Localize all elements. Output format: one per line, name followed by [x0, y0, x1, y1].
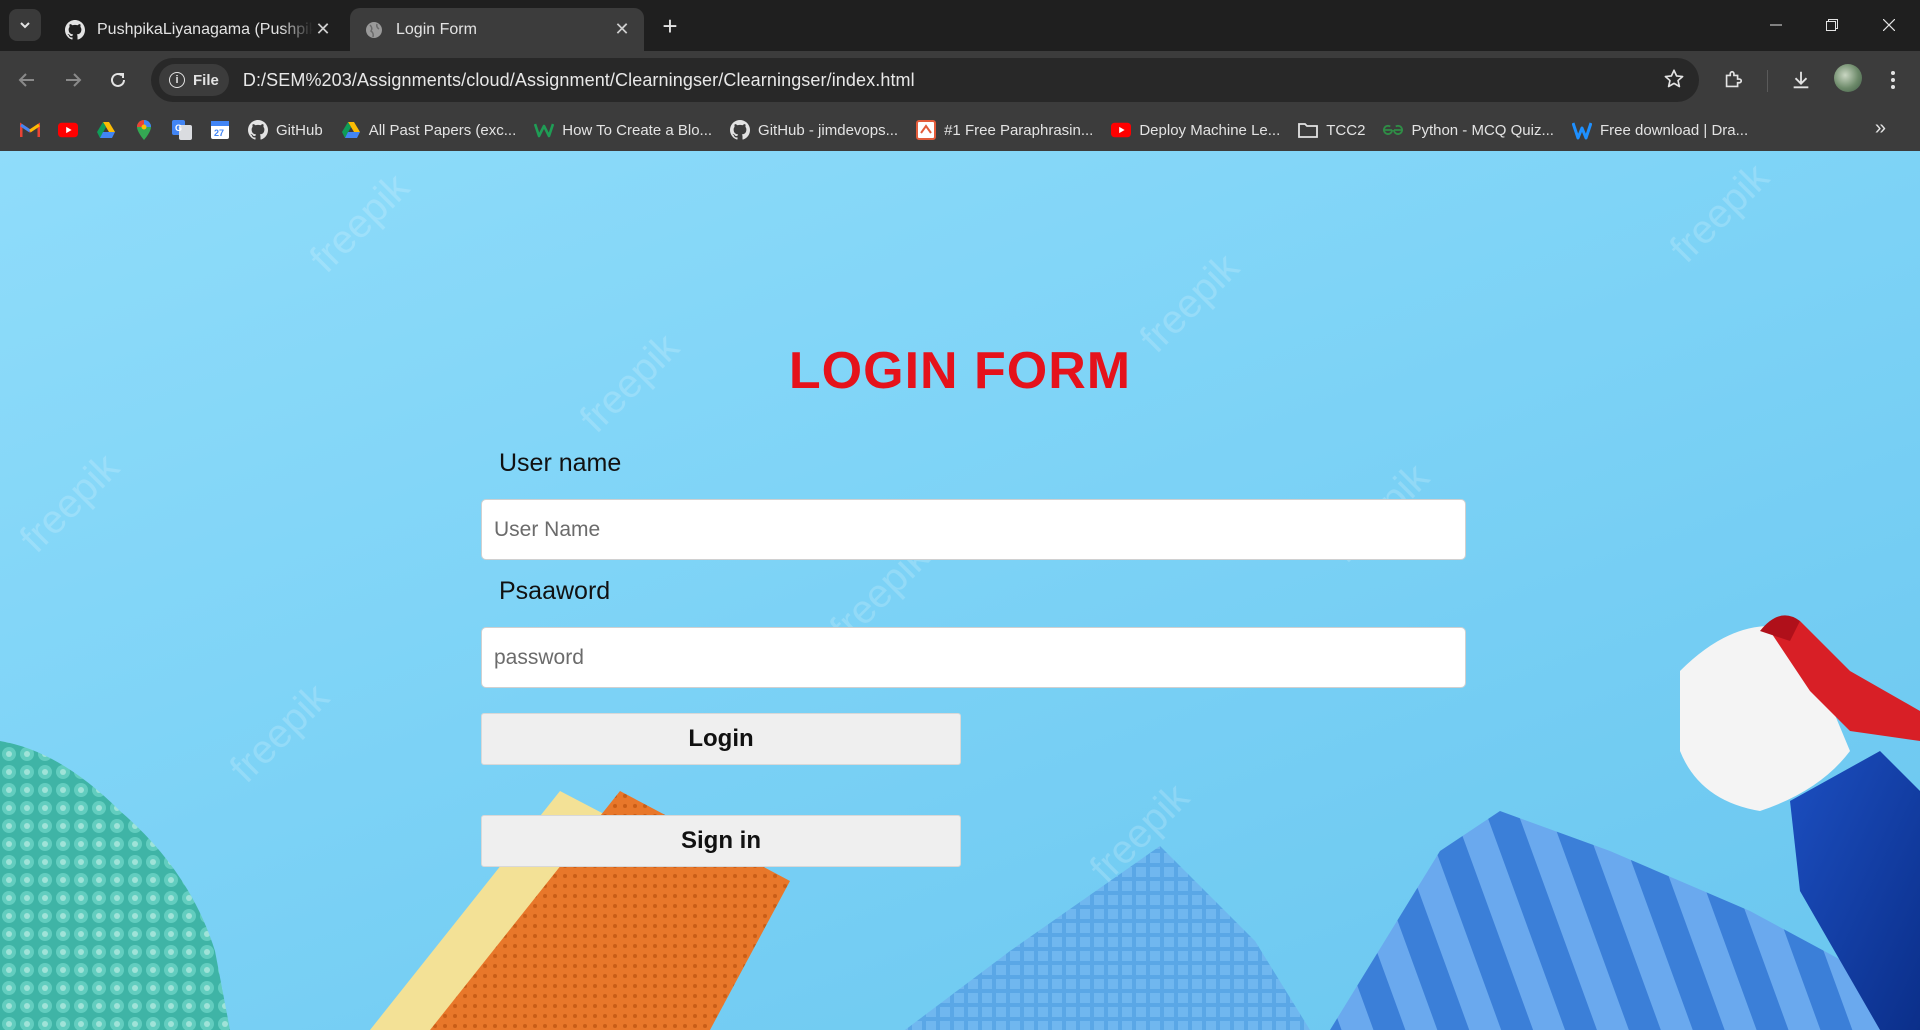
arrow-right-icon	[66, 73, 82, 87]
bookmark-label: TCC2	[1326, 121, 1366, 139]
tab-github[interactable]: PushpikaLiyanagama (Pushpika ✕	[51, 8, 345, 51]
site-info-chip[interactable]: i File	[159, 64, 229, 96]
puzzle-icon	[1725, 70, 1743, 88]
reload-icon	[111, 72, 125, 87]
info-icon: i	[169, 72, 185, 88]
bookmark-label: Deploy Machine Le...	[1139, 121, 1281, 139]
bookmarks-bar: G 27 GitHub All Past Papers (exc... How …	[0, 109, 1920, 151]
bookmark-paraphrasing[interactable]: #1 Free Paraphrasin...	[910, 115, 1099, 145]
back-button[interactable]	[10, 63, 44, 97]
minimize-icon	[1770, 24, 1782, 26]
arrow-left-icon	[18, 73, 34, 87]
close-window-button[interactable]	[1866, 10, 1912, 40]
bookmark-python-mcq[interactable]: Python - MCQ Quiz...	[1377, 115, 1560, 145]
globe-icon	[364, 20, 384, 40]
geeksforgeeks-icon	[1383, 120, 1404, 140]
username-input[interactable]	[481, 499, 1466, 560]
bookmark-label: Python - MCQ Quiz...	[1411, 121, 1554, 139]
chevron-down-icon	[20, 22, 30, 29]
extensions-button[interactable]	[1716, 63, 1750, 97]
youtube-icon	[1111, 120, 1132, 140]
bookmark-label: All Past Papers (exc...	[368, 121, 517, 139]
github-icon	[248, 120, 268, 140]
restore-button[interactable]	[1809, 10, 1855, 40]
bookmark-label: How To Create a Blo...	[562, 121, 713, 139]
gmail-icon	[20, 120, 40, 140]
tab-title: Login Form	[396, 20, 477, 38]
kebab-menu-icon	[1891, 71, 1895, 89]
username-label: User name	[499, 449, 622, 477]
bookmark-github[interactable]: GitHub	[242, 115, 329, 145]
github-icon	[730, 120, 751, 140]
login-button[interactable]: Login	[481, 713, 961, 765]
cleaning-supplies-background	[0, 615, 1920, 1030]
bookmark-drive[interactable]	[90, 115, 122, 145]
bookmark-create-blog[interactable]: How To Create a Blo...	[528, 115, 718, 145]
bookmark-deploy-ml[interactable]: Deploy Machine Le...	[1105, 115, 1286, 145]
close-icon[interactable]: ✕	[313, 19, 333, 40]
browser-toolbar: i File D:/SEM%203/Assignments/cloud/Assi…	[0, 51, 1920, 109]
bookmark-folder-tcc2[interactable]: TCC2	[1292, 115, 1371, 145]
tab-title: PushpikaLiyanagama (Pushpika	[97, 20, 313, 38]
profile-avatar[interactable]	[1834, 64, 1862, 92]
reload-button[interactable]	[101, 63, 135, 97]
downloads-button[interactable]	[1784, 63, 1818, 97]
youtube-icon	[58, 120, 78, 140]
bookmark-github-jimdevops[interactable]: GitHub - jimdevops...	[724, 115, 904, 145]
address-bar[interactable]: i File D:/SEM%203/Assignments/cloud/Assi…	[151, 58, 1699, 102]
tab-bar: PushpikaLiyanagama (Pushpika ✕ Login For…	[0, 0, 1920, 51]
svg-text:27: 27	[214, 128, 224, 138]
download-icon	[1793, 71, 1809, 89]
new-tab-button[interactable]: +	[656, 11, 684, 41]
toolbar-divider	[1767, 70, 1768, 92]
url-text[interactable]: D:/SEM%203/Assignments/cloud/Assignment/…	[243, 70, 915, 91]
site-info-label: File	[193, 71, 219, 89]
drawio-icon	[1571, 120, 1592, 140]
page-title: LOGIN FORM	[788, 342, 1132, 400]
quillbot-icon	[916, 120, 937, 140]
menu-button[interactable]	[1876, 63, 1910, 97]
bookmark-maps[interactable]	[128, 115, 160, 145]
bookmark-label: Free download | Dra...	[1599, 121, 1749, 139]
github-icon	[65, 19, 85, 40]
bookmark-drawio[interactable]: Free download | Dra...	[1566, 115, 1754, 145]
signin-button[interactable]: Sign in	[481, 815, 961, 867]
google-maps-icon	[134, 120, 154, 140]
google-drive-icon	[341, 120, 361, 140]
password-label: Psaaword	[499, 577, 611, 605]
bookmark-label: GitHub	[276, 121, 323, 139]
close-icon[interactable]: ✕	[612, 19, 632, 40]
forward-button[interactable]	[56, 63, 90, 97]
bookmark-gmail[interactable]	[14, 115, 46, 145]
bookmark-label: GitHub - jimdevops...	[758, 121, 899, 139]
tab-login-form[interactable]: Login Form ✕	[350, 8, 644, 51]
w-logo-icon	[534, 120, 555, 140]
bookmark-calendar[interactable]: 27	[204, 115, 236, 145]
google-calendar-icon: 27	[210, 120, 230, 140]
google-drive-icon	[96, 120, 116, 140]
bookmark-translate[interactable]: G	[166, 115, 198, 145]
page-viewport: freepik freepik freepik freepik freepik …	[0, 151, 1920, 1030]
google-translate-icon: G	[172, 120, 192, 140]
minimize-button[interactable]	[1753, 10, 1799, 40]
tab-search-button[interactable]	[9, 9, 41, 41]
folder-icon	[1298, 120, 1319, 140]
bookmark-past-papers[interactable]: All Past Papers (exc...	[335, 115, 523, 145]
password-input[interactable]	[481, 627, 1466, 688]
close-icon	[1883, 19, 1895, 31]
more-bookmarks-button[interactable]: »	[1875, 117, 1886, 140]
bookmark-label: #1 Free Paraphrasin...	[944, 121, 1094, 139]
bookmark-star-icon[interactable]	[1663, 68, 1685, 95]
svg-text:G: G	[175, 123, 182, 133]
bookmark-youtube[interactable]	[52, 115, 84, 145]
restore-icon	[1826, 19, 1838, 31]
